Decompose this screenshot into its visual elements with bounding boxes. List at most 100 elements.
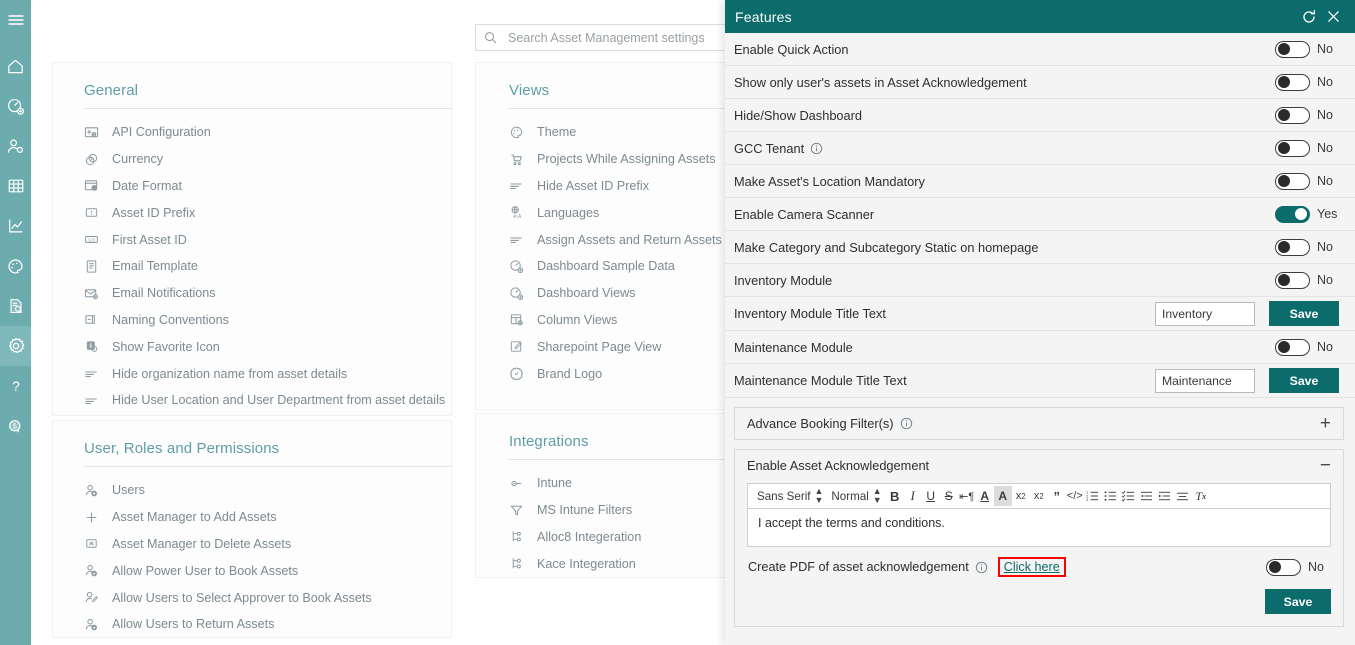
- search-box[interactable]: [475, 24, 737, 51]
- setting-brand-logo[interactable]: Brand Logo: [509, 360, 736, 387]
- money-icon[interactable]: $: [0, 406, 31, 446]
- toggle-asset-location-mandatory[interactable]: [1275, 172, 1310, 190]
- setting-date-format[interactable]: Date Format: [84, 173, 451, 200]
- indent-icon[interactable]: [1156, 486, 1174, 506]
- setting-dashboard-views[interactable]: Dashboard Views: [509, 280, 736, 307]
- feature-row-maintenance-module-title[interactable]: Maintenance Module Title Text Save: [725, 364, 1355, 398]
- expand-icon[interactable]: +: [1320, 414, 1331, 433]
- outdent-icon[interactable]: [1138, 486, 1156, 506]
- info-icon[interactable]: [810, 142, 823, 155]
- ordered-list-icon[interactable]: 1 2 3: [1084, 486, 1102, 506]
- setting-first-asset-id[interactable]: 123 First Asset ID: [84, 226, 451, 253]
- question-mark-icon[interactable]: ?: [0, 366, 31, 406]
- feature-row-inventory-module-title[interactable]: Inventory Module Title Text Save: [725, 297, 1355, 331]
- toggle-enable-camera-scanner[interactable]: [1275, 205, 1310, 223]
- setting-alloc8-integration[interactable]: Alloc8 Integeration: [509, 524, 736, 551]
- feature-row-asset-location-mandatory[interactable]: Make Asset's Location Mandatory No: [725, 165, 1355, 198]
- blockquote-icon[interactable]: ”: [1048, 486, 1066, 506]
- code-block-icon[interactable]: </>: [1066, 486, 1084, 506]
- setting-column-views[interactable]: Column Views: [509, 307, 736, 334]
- setting-sharepoint-page-view[interactable]: Sharepoint Page View: [509, 333, 736, 360]
- gear-icon[interactable]: [0, 326, 31, 366]
- setting-hide-asset-id-prefix[interactable]: Hide Asset ID Prefix: [509, 173, 736, 200]
- setting-email-template[interactable]: Email Template: [84, 253, 451, 280]
- home-icon[interactable]: [0, 46, 31, 86]
- menu-icon[interactable]: [0, 0, 31, 40]
- align-icon[interactable]: [1174, 486, 1192, 506]
- setting-asset-id-prefix[interactable]: T Asset ID Prefix: [84, 199, 451, 226]
- setting-users[interactable]: Users: [84, 477, 451, 504]
- setting-ms-intune-filters[interactable]: MS Intune Filters: [509, 497, 736, 524]
- save-asset-acknowledgement-button[interactable]: Save: [1265, 589, 1331, 614]
- toggle-maintenance-module[interactable]: [1275, 338, 1310, 356]
- chart-icon[interactable]: [0, 206, 31, 246]
- feature-row-show-only-users-assets[interactable]: Show only user's assets in Asset Acknowl…: [725, 66, 1355, 99]
- font-family-select[interactable]: Sans Serif ▲ ▼: [753, 487, 827, 505]
- setting-projects-assigning[interactable]: Projects While Assigning Assets: [509, 146, 736, 173]
- superscript-icon[interactable]: x2: [1030, 486, 1048, 506]
- setting-dashboard-sample-data[interactable]: Dashboard Sample Data: [509, 253, 736, 280]
- setting-api-configuration[interactable]: API Configuration: [84, 119, 451, 146]
- toggle-hide-show-dashboard[interactable]: [1275, 106, 1310, 124]
- check-list-icon[interactable]: [1120, 486, 1138, 506]
- toggle-category-static[interactable]: [1275, 238, 1310, 256]
- setting-currency[interactable]: $ Currency: [84, 146, 451, 173]
- inventory-module-title-input[interactable]: [1155, 301, 1255, 326]
- setting-assign-return-options[interactable]: Assign Assets and Return Assets Options: [509, 226, 769, 253]
- setting-asset-manager-add[interactable]: Asset Manager to Add Assets: [84, 504, 451, 531]
- text-direction-icon[interactable]: ⇤¶: [958, 486, 976, 506]
- text-color-icon[interactable]: A: [976, 486, 994, 506]
- table-icon[interactable]: [0, 166, 31, 206]
- setting-languages[interactable]: A अ Languages: [509, 199, 736, 226]
- editor-content[interactable]: I accept the terms and conditions.: [748, 509, 1330, 546]
- background-color-icon[interactable]: A: [993, 486, 1012, 506]
- advance-booking-filters-header[interactable]: Advance Booking Filter(s) +: [735, 408, 1343, 439]
- click-here-link[interactable]: Click here: [997, 557, 1066, 577]
- dashboard-add-icon[interactable]: [0, 86, 31, 126]
- underline-icon[interactable]: U: [922, 486, 940, 506]
- setting-theme[interactable]: Theme: [509, 119, 736, 146]
- asset-acknowledgement-header[interactable]: Enable Asset Acknowledgement −: [735, 450, 1343, 481]
- font-size-select[interactable]: Normal ▲ ▼: [827, 487, 885, 505]
- setting-intune[interactable]: Intune: [509, 470, 736, 497]
- close-icon[interactable]: [1321, 5, 1345, 29]
- features-list[interactable]: Enable Quick Action No Show only user's …: [725, 33, 1355, 645]
- feature-row-category-static[interactable]: Make Category and Subcategory Static on …: [725, 231, 1355, 264]
- setting-email-notifications[interactable]: Email Notifications: [84, 280, 451, 307]
- toggle-inventory-module[interactable]: [1275, 271, 1310, 289]
- theme-palette-icon[interactable]: [0, 246, 31, 286]
- setting-hide-organization-name[interactable]: Hide organization name from asset detail…: [84, 360, 451, 387]
- feature-row-hide-show-dashboard[interactable]: Hide/Show Dashboard No: [725, 99, 1355, 132]
- setting-select-approver[interactable]: Allow Users to Select Approver to Book A…: [84, 584, 451, 611]
- strikethrough-icon[interactable]: S: [940, 486, 958, 506]
- bold-icon[interactable]: B: [886, 486, 904, 506]
- save-inventory-title-button[interactable]: Save: [1269, 301, 1339, 326]
- toggle-gcc-tenant[interactable]: [1275, 139, 1310, 157]
- feature-row-enable-camera-scanner[interactable]: Enable Camera Scanner Yes: [725, 198, 1355, 231]
- feature-row-maintenance-module[interactable]: Maintenance Module No: [725, 331, 1355, 364]
- bullet-list-icon[interactable]: [1102, 486, 1120, 506]
- toggle-create-pdf[interactable]: [1266, 558, 1301, 576]
- info-icon[interactable]: [975, 561, 988, 574]
- document-search-icon[interactable]: [0, 286, 31, 326]
- save-maintenance-title-button[interactable]: Save: [1269, 368, 1339, 393]
- search-input[interactable]: [506, 29, 728, 46]
- info-icon[interactable]: [900, 417, 913, 430]
- setting-hide-user-location[interactable]: Hide User Location and User Department f…: [84, 387, 451, 414]
- feature-row-gcc-tenant[interactable]: GCC Tenant No: [725, 132, 1355, 165]
- feature-row-enable-quick-action[interactable]: Enable Quick Action No: [725, 33, 1355, 66]
- setting-asset-manager-delete[interactable]: Asset Manager to Delete Assets: [84, 531, 451, 558]
- setting-naming-conventions[interactable]: Naming Conventions: [84, 307, 451, 334]
- setting-users-return-assets[interactable]: Allow Users to Return Assets: [84, 611, 451, 638]
- feature-row-inventory-module[interactable]: Inventory Module No: [725, 264, 1355, 297]
- setting-power-user-book[interactable]: Allow Power User to Book Assets: [84, 557, 451, 584]
- toggle-show-only-users-assets[interactable]: [1275, 73, 1310, 91]
- refresh-icon[interactable]: [1297, 5, 1321, 29]
- maintenance-module-title-input[interactable]: [1155, 368, 1255, 393]
- subscript-icon[interactable]: x2: [1012, 486, 1030, 506]
- setting-show-favorite-icon[interactable]: $ Show Favorite Icon: [84, 333, 451, 360]
- collapse-icon[interactable]: −: [1320, 456, 1331, 475]
- user-settings-icon[interactable]: [0, 126, 31, 166]
- setting-kace-integration[interactable]: Kace Integeration: [509, 550, 736, 577]
- toggle-enable-quick-action[interactable]: [1275, 40, 1310, 58]
